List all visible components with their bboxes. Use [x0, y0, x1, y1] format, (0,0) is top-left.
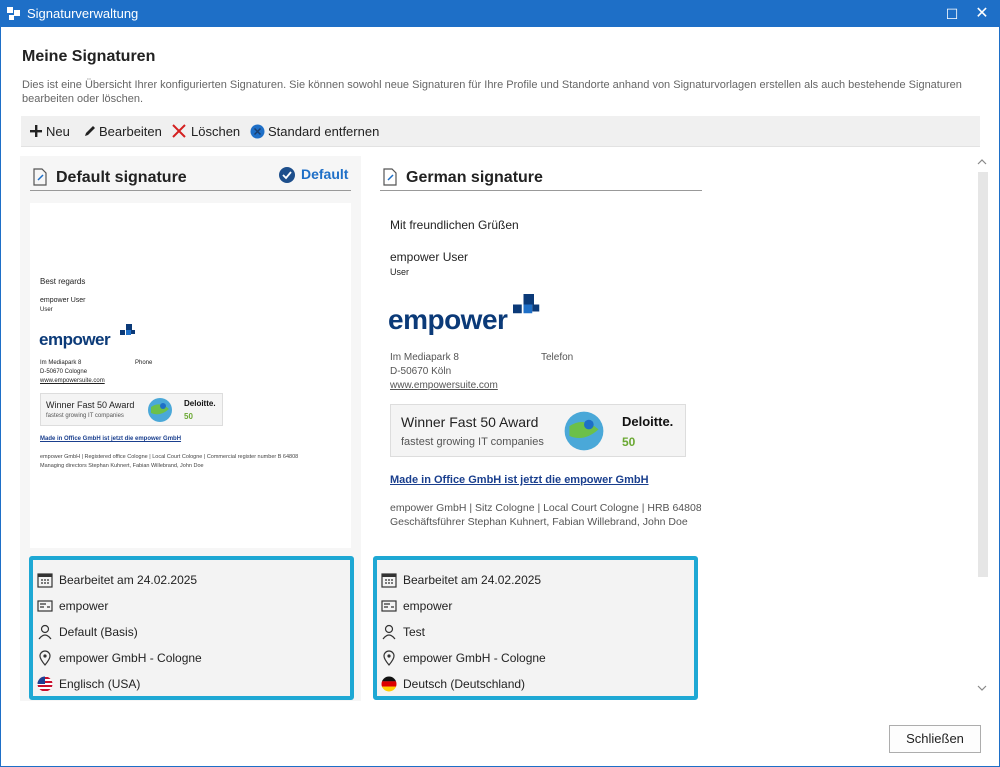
- meta-edited-text: Bearbeitet am 24.02.2025: [403, 573, 542, 587]
- preview-footer1: empower GmbH | Sitz Cologne | Local Cour…: [390, 502, 701, 514]
- remove-default-label: Standard entfernen: [268, 124, 380, 139]
- preview-phone-label: Telefon: [541, 352, 574, 363]
- calendar-icon: [381, 573, 397, 588]
- preview-footer2: Geschäftsführer Stephan Kuhnert, Fabian …: [390, 516, 688, 528]
- meta-location-text: empower GmbH - Cologne: [59, 651, 202, 665]
- empower-logo: empower: [39, 330, 111, 349]
- preview-role: User: [390, 267, 410, 277]
- preview-greeting: Mit freundlichen Grüßen: [390, 218, 519, 232]
- scroll-down-icon[interactable]: [977, 684, 987, 692]
- pencil-icon: [85, 126, 95, 136]
- meta-language-text: Englisch (USA): [59, 677, 141, 691]
- preview-address2: D-50670 Köln: [390, 366, 452, 377]
- title-bar: Signaturverwaltung ☐ ✕: [1, 1, 999, 27]
- preview-footer1: empower GmbH | Registered office Cologne…: [40, 454, 299, 460]
- award-banner: Winner Fast 50 Award fastest growing IT …: [390, 404, 686, 457]
- meta-edited-text: Bearbeitet am 24.02.2025: [59, 573, 198, 587]
- meta-profile-text: Default (Basis): [59, 625, 138, 639]
- document-edit-icon: [383, 168, 397, 186]
- meta-template-text: empower: [403, 599, 453, 613]
- award-subtitle: fastest growing IT companies: [46, 413, 124, 419]
- user-icon: [38, 624, 52, 640]
- preview-phone-label: Phone: [135, 360, 153, 366]
- location-pin-icon: [39, 650, 51, 666]
- remove-default-button[interactable]: Standard entfernen: [250, 116, 379, 147]
- preview-footer2: Managing directors Stephan Kuhnert, Fabi…: [40, 463, 204, 469]
- edit-label: Bearbeiten: [99, 124, 162, 139]
- user-icon: [382, 624, 396, 640]
- award-number: 50: [622, 435, 636, 449]
- signature-preview: Mit freundlichen Grüßen empower User Use…: [380, 203, 701, 548]
- signature-meta-default[interactable]: Bearbeitet am 24.02.2025 empower Default…: [29, 556, 354, 700]
- preview-address1: Im Mediapark 8: [40, 360, 82, 366]
- page-title: Meine Signaturen: [22, 48, 156, 65]
- empower-logo: empower: [388, 304, 508, 335]
- calendar-icon: [37, 573, 53, 588]
- app-icon: [7, 7, 20, 20]
- signature-meta-german[interactable]: Bearbeitet am 24.02.2025 empower Test em…: [373, 556, 698, 700]
- default-check-icon: [279, 167, 295, 183]
- empower-logo-mark: [513, 294, 540, 314]
- vertical-scrollbar[interactable]: [974, 156, 990, 701]
- window-title: Signaturverwaltung: [27, 6, 139, 21]
- preview-greeting: Best regards: [40, 277, 86, 286]
- german-flag-icon: [381, 676, 397, 692]
- preview-banner-link: Made in Office GmbH ist jetzt die empowe…: [390, 474, 649, 486]
- page-description: Dies ist eine Übersicht Ihrer konfigurie…: [22, 79, 962, 105]
- award-brand: Deloitte.: [622, 414, 674, 429]
- location-pin-icon: [383, 650, 395, 666]
- remove-default-icon: [250, 124, 265, 139]
- close-window-button[interactable]: ✕: [967, 1, 997, 27]
- edit-button[interactable]: Bearbeiten: [83, 116, 163, 147]
- preview-role: User: [40, 307, 53, 313]
- maximize-button[interactable]: ☐: [937, 1, 967, 27]
- signature-preview: Best regards empower User User empower I…: [30, 203, 351, 548]
- award-globe-icon: [148, 398, 172, 422]
- award-banner: Winner Fast 50 Award fastest growing IT …: [40, 393, 223, 426]
- delete-label: Löschen: [191, 124, 241, 139]
- toolbar: Neu Bearbeiten Löschen Standard entferne…: [21, 116, 980, 147]
- card-title: German signature: [406, 169, 543, 186]
- preview-banner-link: Made in Office GmbH ist jetzt die empowe…: [40, 436, 182, 442]
- empower-logo-mark: [120, 324, 135, 335]
- award-subtitle: fastest growing IT companies: [401, 436, 544, 448]
- preview-name: empower User: [390, 250, 469, 264]
- template-icon: [37, 600, 53, 612]
- award-number: 50: [184, 412, 193, 421]
- preview-website: www.empowersuite.com: [40, 378, 105, 384]
- award-title: Winner Fast 50 Award: [46, 400, 135, 410]
- meta-profile-text: Test: [403, 625, 426, 639]
- award-title: Winner Fast 50 Award: [401, 414, 539, 430]
- delete-x-icon: [172, 124, 186, 138]
- new-button[interactable]: Neu: [29, 116, 70, 147]
- scroll-thumb[interactable]: [978, 172, 988, 577]
- meta-language-text: Deutsch (Deutschland): [403, 677, 526, 691]
- meta-location-text: empower GmbH - Cologne: [403, 651, 546, 665]
- close-button[interactable]: Schließen: [889, 725, 981, 753]
- us-flag-icon: [37, 676, 53, 692]
- preview-website: www.empowersuite.com: [390, 380, 498, 391]
- template-icon: [381, 600, 397, 612]
- award-globe-icon: [564, 411, 604, 451]
- document-edit-icon: [33, 168, 47, 186]
- preview-name: empower User: [40, 297, 86, 304]
- meta-template-text: empower: [59, 599, 109, 613]
- card-divider: [380, 190, 702, 191]
- default-label: Default: [301, 166, 349, 182]
- card-divider: [30, 190, 351, 191]
- new-label: Neu: [46, 124, 70, 139]
- preview-address2: D-50670 Cologne: [40, 369, 88, 375]
- signature-manager-window: Signaturverwaltung ☐ ✕ Meine Signaturen …: [0, 0, 1000, 767]
- preview-address1: Im Mediapark 8: [390, 352, 459, 363]
- award-brand: Deloitte.: [184, 399, 216, 408]
- card-title: Default signature: [56, 169, 187, 186]
- plus-icon: [30, 125, 42, 137]
- delete-button[interactable]: Löschen: [172, 116, 241, 147]
- scroll-up-icon[interactable]: [977, 158, 987, 166]
